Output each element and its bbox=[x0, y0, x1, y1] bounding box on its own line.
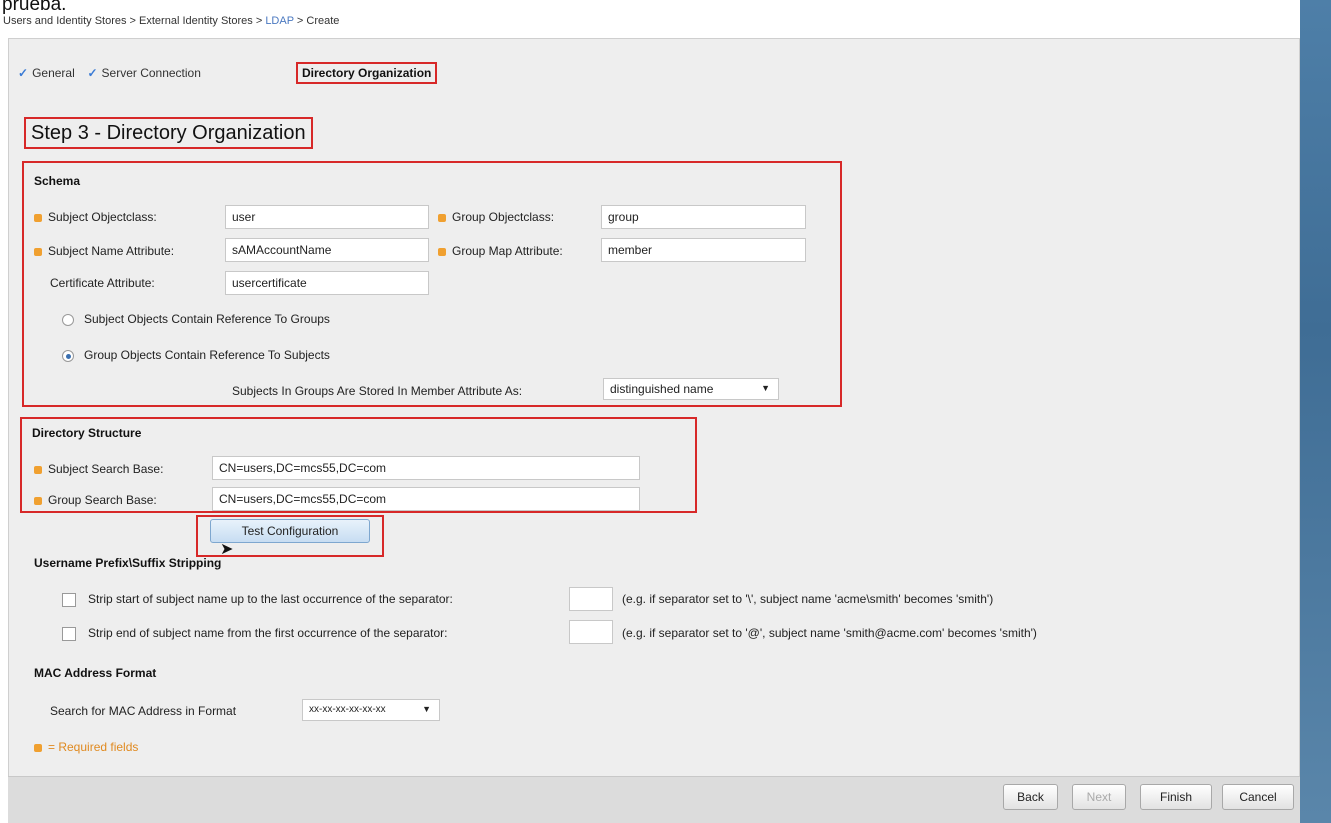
breadcrumb-path: Users and Identity Stores > External Ide… bbox=[3, 15, 266, 27]
wizard-steps: ✓ General ✓ Server Connection bbox=[18, 66, 201, 80]
subject-name-attribute-text: Subject Name Attribute: bbox=[48, 244, 175, 258]
mac-format-select[interactable]: xx-xx-xx-xx-xx-xx ▼ bbox=[302, 699, 440, 721]
group-map-attribute-input[interactable] bbox=[601, 238, 806, 262]
strip-end-hint: (e.g. if separator set to '@', subject n… bbox=[622, 626, 1037, 640]
chevron-down-icon: ▼ bbox=[761, 383, 770, 393]
group-objectclass-input[interactable] bbox=[601, 205, 806, 229]
radio-group-objects[interactable]: Group Objects Contain Reference To Subje… bbox=[62, 348, 330, 362]
radio-button[interactable] bbox=[62, 313, 74, 326]
test-configuration-button[interactable]: Test Configuration bbox=[210, 519, 370, 543]
group-map-attribute-text: Group Map Attribute: bbox=[452, 244, 563, 258]
mac-address-title: MAC Address Format bbox=[34, 666, 157, 680]
right-edge-background bbox=[1300, 0, 1331, 823]
strip-end-separator-input[interactable] bbox=[569, 620, 613, 644]
radio-group-objects-label: Group Objects Contain Reference To Subje… bbox=[84, 348, 330, 362]
strip-start-row: Strip start of subject name up to the la… bbox=[62, 592, 453, 607]
required-fields-note: = Required fields bbox=[34, 740, 138, 754]
strip-start-hint: (e.g. if separator set to '\', subject n… bbox=[622, 592, 994, 606]
stored-as-value: distinguished name bbox=[610, 382, 714, 396]
chevron-down-icon: ▼ bbox=[422, 704, 431, 714]
subject-search-base-text: Subject Search Base: bbox=[48, 462, 164, 476]
radio-button-selected[interactable] bbox=[62, 349, 74, 362]
required-icon bbox=[438, 247, 446, 256]
mac-format-label: Search for MAC Address in Format bbox=[50, 704, 237, 718]
top-label: prueba. bbox=[2, 0, 67, 15]
directory-structure-title: Directory Structure bbox=[32, 426, 142, 440]
group-search-base-text: Group Search Base: bbox=[48, 493, 157, 507]
breadcrumb-link-ldap[interactable]: LDAP bbox=[265, 15, 294, 27]
strip-end-checkbox[interactable] bbox=[62, 626, 76, 641]
stored-as-select[interactable]: distinguished name ▼ bbox=[603, 378, 779, 400]
subject-objectclass-text: Subject Objectclass: bbox=[48, 210, 157, 224]
subject-search-base-input[interactable] bbox=[212, 456, 640, 480]
stored-as-label: Subjects In Groups Are Stored In Member … bbox=[232, 384, 523, 398]
mac-format-value: xx-xx-xx-xx-xx-xx bbox=[309, 704, 386, 715]
certificate-attribute-input[interactable] bbox=[225, 271, 429, 295]
wizard-step-general[interactable]: General bbox=[32, 66, 75, 80]
breadcrumb: Users and Identity Stores > External Ide… bbox=[3, 15, 339, 27]
subject-search-base-label: Subject Search Base: bbox=[34, 462, 163, 476]
group-search-base-label: Group Search Base: bbox=[34, 493, 157, 507]
required-icon bbox=[34, 213, 42, 222]
strip-end-label: Strip end of subject name from the first… bbox=[88, 626, 448, 640]
finish-button[interactable]: Finish bbox=[1140, 784, 1212, 810]
certificate-attribute-label: Certificate Attribute: bbox=[50, 276, 155, 290]
subject-objectclass-input[interactable] bbox=[225, 205, 429, 229]
group-map-attribute-label: Group Map Attribute: bbox=[438, 244, 563, 258]
strip-start-separator-input[interactable] bbox=[569, 587, 613, 611]
required-icon bbox=[438, 213, 446, 222]
cancel-button[interactable]: Cancel bbox=[1222, 784, 1294, 810]
check-icon: ✓ bbox=[87, 66, 98, 80]
group-search-base-input[interactable] bbox=[212, 487, 640, 511]
strip-start-label: Strip start of subject name up to the la… bbox=[88, 592, 453, 606]
prefix-suffix-title: Username Prefix\Suffix Stripping bbox=[34, 556, 222, 570]
subject-objectclass-label: Subject Objectclass: bbox=[34, 210, 157, 224]
radio-subject-objects[interactable]: Subject Objects Contain Reference To Gro… bbox=[62, 312, 330, 326]
check-icon: ✓ bbox=[18, 66, 29, 80]
strip-end-row: Strip end of subject name from the first… bbox=[62, 626, 448, 641]
required-icon bbox=[34, 743, 42, 752]
required-fields-text: = Required fields bbox=[48, 740, 139, 754]
page-title: Step 3 - Directory Organization bbox=[24, 117, 313, 149]
mouse-cursor-icon: ➤ bbox=[220, 541, 234, 558]
schema-title: Schema bbox=[34, 174, 81, 188]
group-objectclass-text: Group Objectclass: bbox=[452, 210, 555, 224]
breadcrumb-current: > Create bbox=[293, 15, 340, 27]
required-icon bbox=[34, 496, 42, 505]
next-button[interactable]: Next bbox=[1072, 784, 1126, 810]
strip-start-checkbox[interactable] bbox=[62, 592, 76, 607]
required-icon bbox=[34, 465, 42, 474]
group-objectclass-label: Group Objectclass: bbox=[438, 210, 554, 224]
subject-name-attribute-label: Subject Name Attribute: bbox=[34, 244, 174, 258]
subject-name-attribute-input[interactable] bbox=[225, 238, 429, 262]
wizard-step-server-connection[interactable]: Server Connection bbox=[102, 66, 201, 80]
required-icon bbox=[34, 247, 42, 256]
back-button[interactable]: Back bbox=[1003, 784, 1058, 810]
wizard-step-directory-organization: Directory Organization bbox=[296, 62, 438, 84]
radio-subject-objects-label: Subject Objects Contain Reference To Gro… bbox=[84, 312, 330, 326]
